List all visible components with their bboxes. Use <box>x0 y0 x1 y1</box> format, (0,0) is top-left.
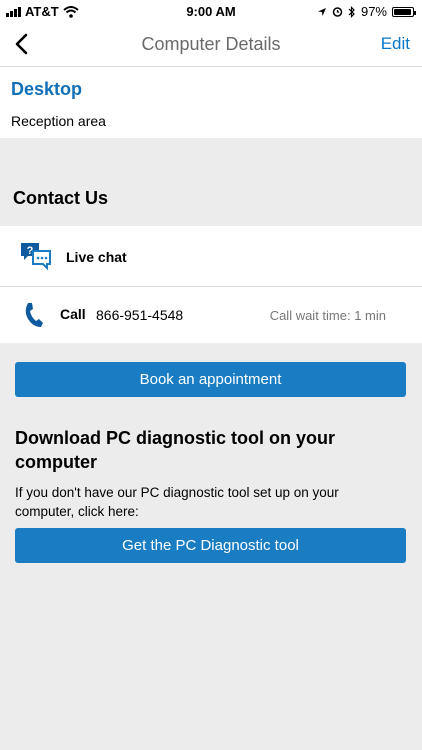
battery-icon <box>392 6 416 17</box>
live-chat-label: Live chat <box>66 249 127 265</box>
battery-fill <box>394 8 412 15</box>
download-description: If you don't have our PC diagnostic tool… <box>15 485 339 519</box>
nav-bar: Computer Details Edit <box>0 22 422 67</box>
bluetooth-icon <box>348 5 355 18</box>
page-title: Computer Details <box>141 34 281 54</box>
alarm-icon <box>332 7 343 17</box>
download-title: Download PC diagnostic tool on your comp… <box>15 428 335 472</box>
book-appointment-button[interactable]: Book an appointment <box>15 362 406 397</box>
call-row[interactable]: Call 866-951-4548 Call wait time: 1 min <box>0 287 422 343</box>
device-name: Desktop <box>11 79 83 99</box>
call-wait-time: Call wait time: 1 min <box>269 308 386 323</box>
call-label: Call <box>60 306 86 322</box>
chat-bubbles-icon: ? <box>21 243 51 271</box>
device-card: Desktop Reception area <box>0 67 422 138</box>
location-arrow-icon <box>317 7 326 16</box>
call-number[interactable]: 866-951-4548 <box>96 307 183 323</box>
live-chat-row[interactable]: ? Live chat <box>0 226 422 287</box>
status-bar: AT&T 9:00 AM 97% <box>0 0 422 22</box>
device-location: Reception area <box>11 113 106 129</box>
edit-button[interactable]: Edit <box>381 34 410 54</box>
battery-percent: 97% <box>360 4 387 19</box>
contact-title: Contact Us <box>13 188 109 208</box>
get-diagnostic-tool-button[interactable]: Get the PC Diagnostic tool <box>15 528 406 563</box>
phone-icon <box>25 303 43 327</box>
status-right: 97% <box>317 4 416 19</box>
